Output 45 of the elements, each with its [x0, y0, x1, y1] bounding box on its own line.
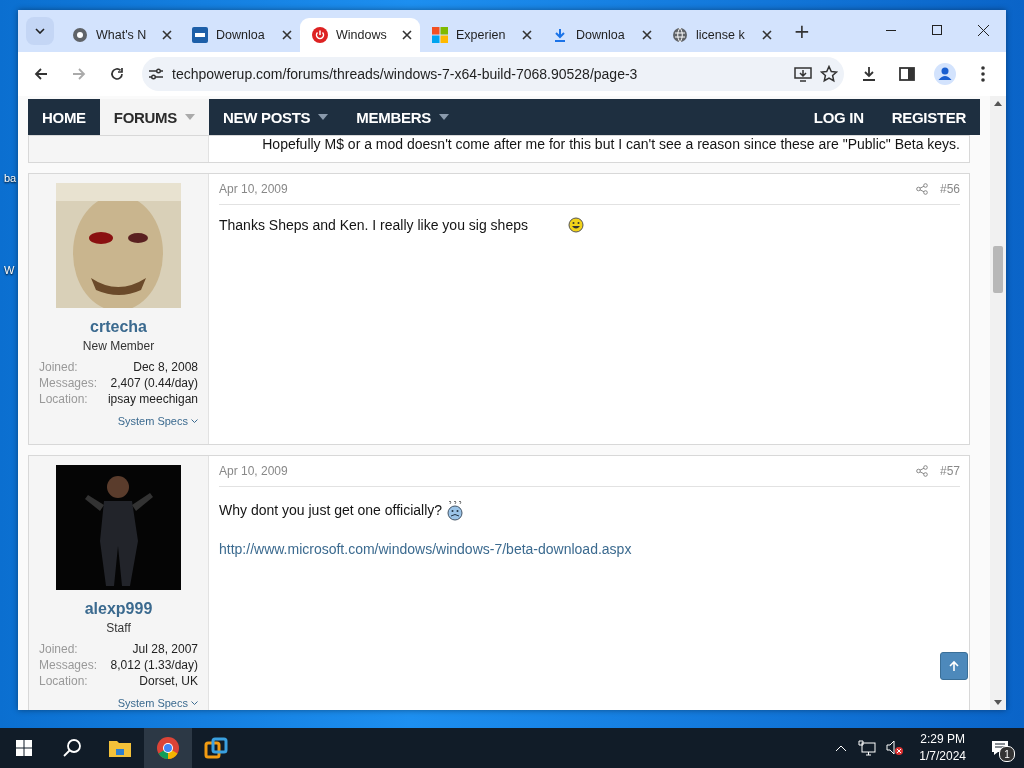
stat-label: Messages: — [39, 658, 98, 672]
stat-label: Location: — [39, 674, 89, 688]
browser-tab[interactable]: license k — [660, 18, 780, 52]
post-text: Hopefully M$ or a mod doesn't come after me for this but I can't see a reason since these are "Public" Beta keys. — [262, 136, 960, 152]
nav-tab[interactable]: NEW POSTS — [209, 99, 343, 135]
nav-tab[interactable]: MEMBERS — [342, 99, 463, 135]
post-number-link[interactable]: #57 — [939, 464, 960, 478]
stat-label: Joined: — [39, 360, 79, 374]
browser-tab[interactable]: What's N — [60, 18, 180, 52]
stat-value: Dorset, UK — [138, 674, 198, 688]
browser-tab[interactable]: Downloa — [540, 18, 660, 52]
notification-count-badge: 1 — [999, 746, 1015, 762]
post-number-link[interactable]: #56 — [939, 182, 960, 196]
username-link[interactable]: alexp999 — [84, 600, 153, 618]
nav-link[interactable]: REGISTER — [877, 99, 980, 135]
browser-tab[interactable]: Experien — [420, 18, 540, 52]
stat-value: ipsay meechigan — [106, 392, 198, 406]
user-title: Staff — [106, 621, 131, 635]
stat-value: Dec 8, 2008 — [132, 360, 198, 374]
stat-label: Messages: — [39, 376, 98, 390]
post-text: Why dont you just get one officially? — [219, 502, 443, 518]
stat-value: 2,407 (0.44/day) — [109, 376, 198, 390]
stat-value: Jul 28, 2007 — [131, 642, 198, 656]
post-date: Apr 10, 2009 — [219, 182, 289, 196]
clock-date[interactable]: 1/7/2024 — [919, 748, 966, 765]
post-date: Apr 10, 2009 — [219, 464, 289, 478]
system-specs-link[interactable]: System Specs — [117, 697, 188, 709]
stat-label: Joined: — [39, 642, 79, 656]
nav-link[interactable]: LOG IN — [799, 99, 878, 135]
new-tab-button[interactable]: + — [788, 17, 816, 45]
system-specs-link[interactable]: System Specs — [117, 415, 188, 427]
address-bar[interactable]: techpowerup.com/forums/threads/windows-7-x64-build-7068.90528/page-3 — [142, 57, 844, 91]
username-link[interactable]: crtecha — [90, 318, 147, 336]
clock-time[interactable]: 2:29 PM — [920, 731, 965, 748]
stat-value: 8,012 (1.33/day) — [109, 658, 198, 672]
post-link[interactable]: http://www.microsoft.com/windows/windows-7/beta-download.aspx — [219, 541, 960, 557]
browser-tab[interactable]: Downloa — [180, 18, 300, 52]
nav-tab[interactable]: FORUMS — [99, 99, 209, 135]
desktop-icon-label[interactable]: ba — [0, 172, 17, 184]
stat-label: Location: — [39, 392, 89, 406]
user-title: New Member — [82, 339, 155, 353]
desktop-icon-label[interactable]: W — [0, 264, 15, 276]
nav-tab[interactable]: HOME — [28, 99, 100, 135]
browser-tab[interactable]: Windows — [300, 18, 420, 52]
post-text: Thanks Sheps and Ken. I really like you sig sheps — [219, 217, 528, 233]
